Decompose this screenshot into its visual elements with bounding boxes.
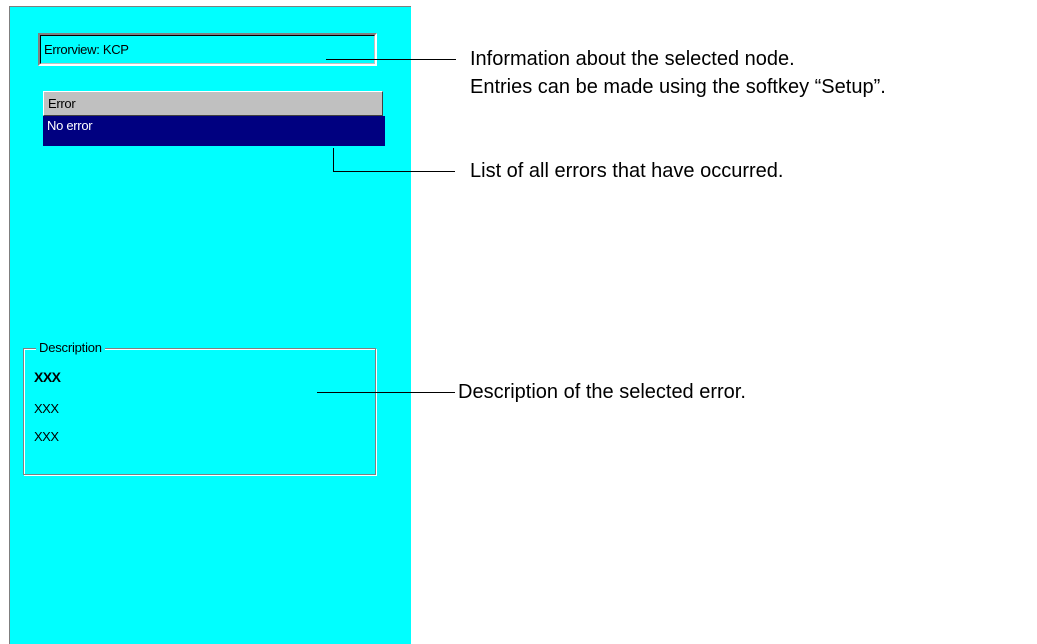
error-list-leader-vertical [333,148,334,171]
error-list-callout: List of all errors that have occurred. [470,160,784,182]
node-info-field-inner: Errorview: KCP [40,35,375,64]
error-list-row[interactable]: No error [43,116,385,146]
description-legend: Description [36,340,105,355]
error-list-leader-horizontal [333,171,455,172]
error-list-header[interactable]: Error [43,91,383,116]
description-line-1: XXX [34,369,61,385]
node-info-callout-line-2: Entries can be made using the softkey “S… [470,76,886,98]
node-info-leader-line [326,59,456,60]
description-group: Description XXX XXX XXX [23,340,376,475]
description-line-3: XXX [34,429,59,444]
figure: Errorview: KCP Error No error Descriptio… [0,0,1037,644]
node-info-text: Errorview: KCP [44,42,129,57]
description-callout: Description of the selected error. [458,381,746,403]
description-line-2: XXX [34,401,59,416]
description-leader-line [317,392,455,393]
errorview-panel: Errorview: KCP Error No error Descriptio… [9,6,411,644]
error-list[interactable]: Error No error [43,91,385,149]
node-info-field: Errorview: KCP [38,33,377,66]
node-info-callout-line-1: Information about the selected node. [470,48,795,70]
